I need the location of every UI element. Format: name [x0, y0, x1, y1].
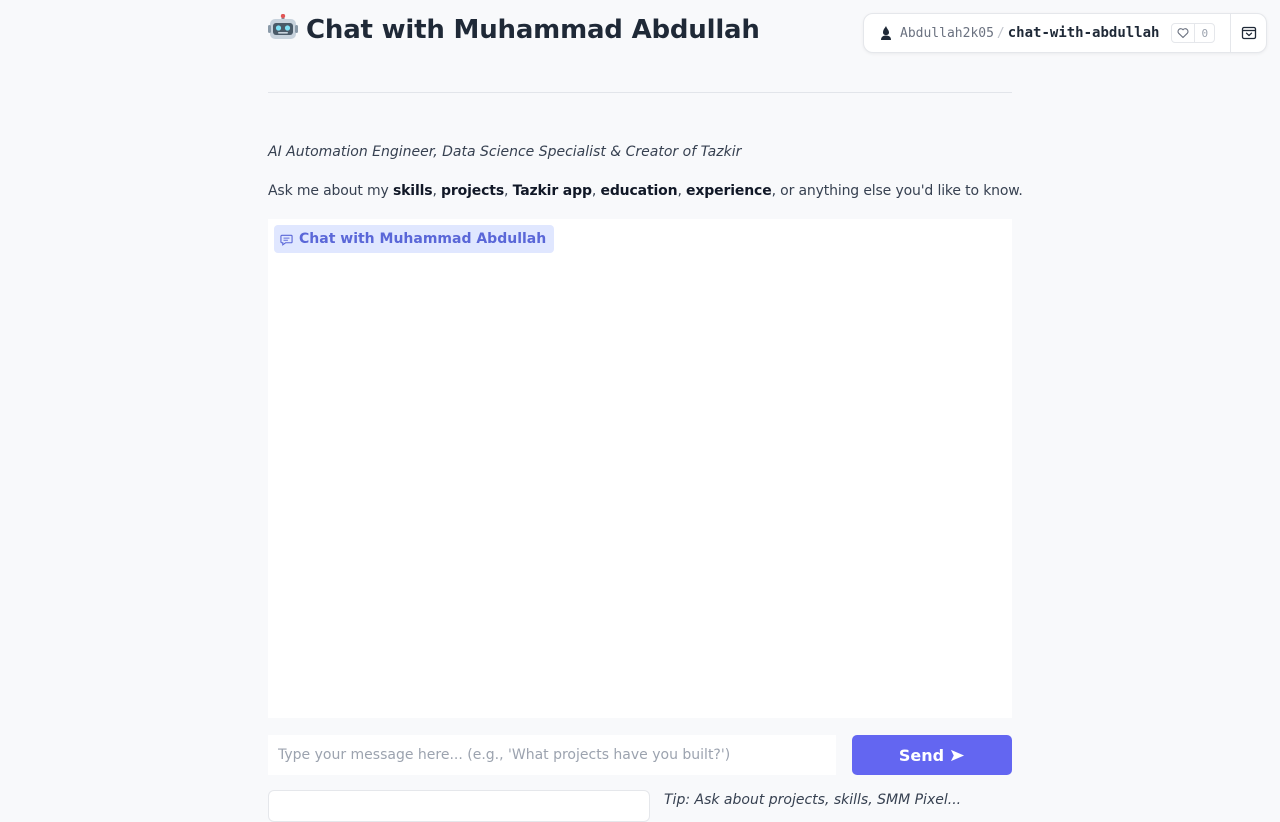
intro-topic-tazkir: Tazkir app: [512, 183, 592, 199]
space-badge[interactable]: Abdullah2k05 / chat-with-abdullah 0: [863, 13, 1267, 53]
page-subtitle: AI Automation Engineer, Data Science Spe…: [268, 144, 742, 160]
examples-box[interactable]: [268, 790, 650, 822]
heart-icon: [1177, 28, 1189, 39]
collapse-icon: [1241, 26, 1257, 40]
message-input[interactable]: [268, 735, 836, 775]
intro-sep: ,: [432, 183, 442, 199]
intro-suffix: , or anything else you'd like to know.: [771, 183, 1023, 199]
intro-sep: ,: [504, 183, 513, 199]
chat-bubble-icon: [280, 234, 293, 246]
intro-topic-projects: projects: [441, 183, 505, 199]
space-name-link[interactable]: chat-with-abdullah: [1008, 25, 1160, 41]
like-button[interactable]: 0: [1171, 23, 1216, 43]
intro-topic-skills: skills: [392, 183, 433, 199]
collapse-button[interactable]: [1231, 14, 1267, 52]
space-owner-link[interactable]: Abdullah2k05: [900, 26, 994, 41]
page-title-text: Chat with Muhammad Abdullah: [306, 15, 760, 45]
space-separator: /: [996, 25, 1005, 41]
user-icon: [881, 26, 891, 40]
intro-text: Ask me about my skills, projects, Tazkir…: [268, 183, 1023, 199]
intro-sep: ,: [677, 183, 687, 199]
robot-icon: [268, 14, 298, 39]
header-divider: [268, 92, 1012, 93]
send-button[interactable]: Send: [852, 735, 1012, 775]
like-count: 0: [1201, 26, 1209, 40]
send-button-label: Send: [898, 745, 945, 765]
intro-prefix: Ask me about my: [268, 183, 393, 199]
tip-text: Tip: Ask about projects, skills, SMM Pix…: [664, 792, 962, 808]
chatbot-panel[interactable]: Chat with Muhammad Abdullah: [268, 219, 1012, 718]
chatbot-label: Chat with Muhammad Abdullah: [274, 225, 555, 253]
like-heart: [1172, 24, 1196, 42]
page-title: Chat with Muhammad Abdullah: [268, 14, 760, 45]
chatbot-label-text: Chat with Muhammad Abdullah: [299, 231, 547, 247]
intro-topic-education: education: [600, 183, 678, 199]
intro-topic-experience: experience: [686, 183, 772, 199]
send-arrow-icon: [951, 749, 965, 761]
